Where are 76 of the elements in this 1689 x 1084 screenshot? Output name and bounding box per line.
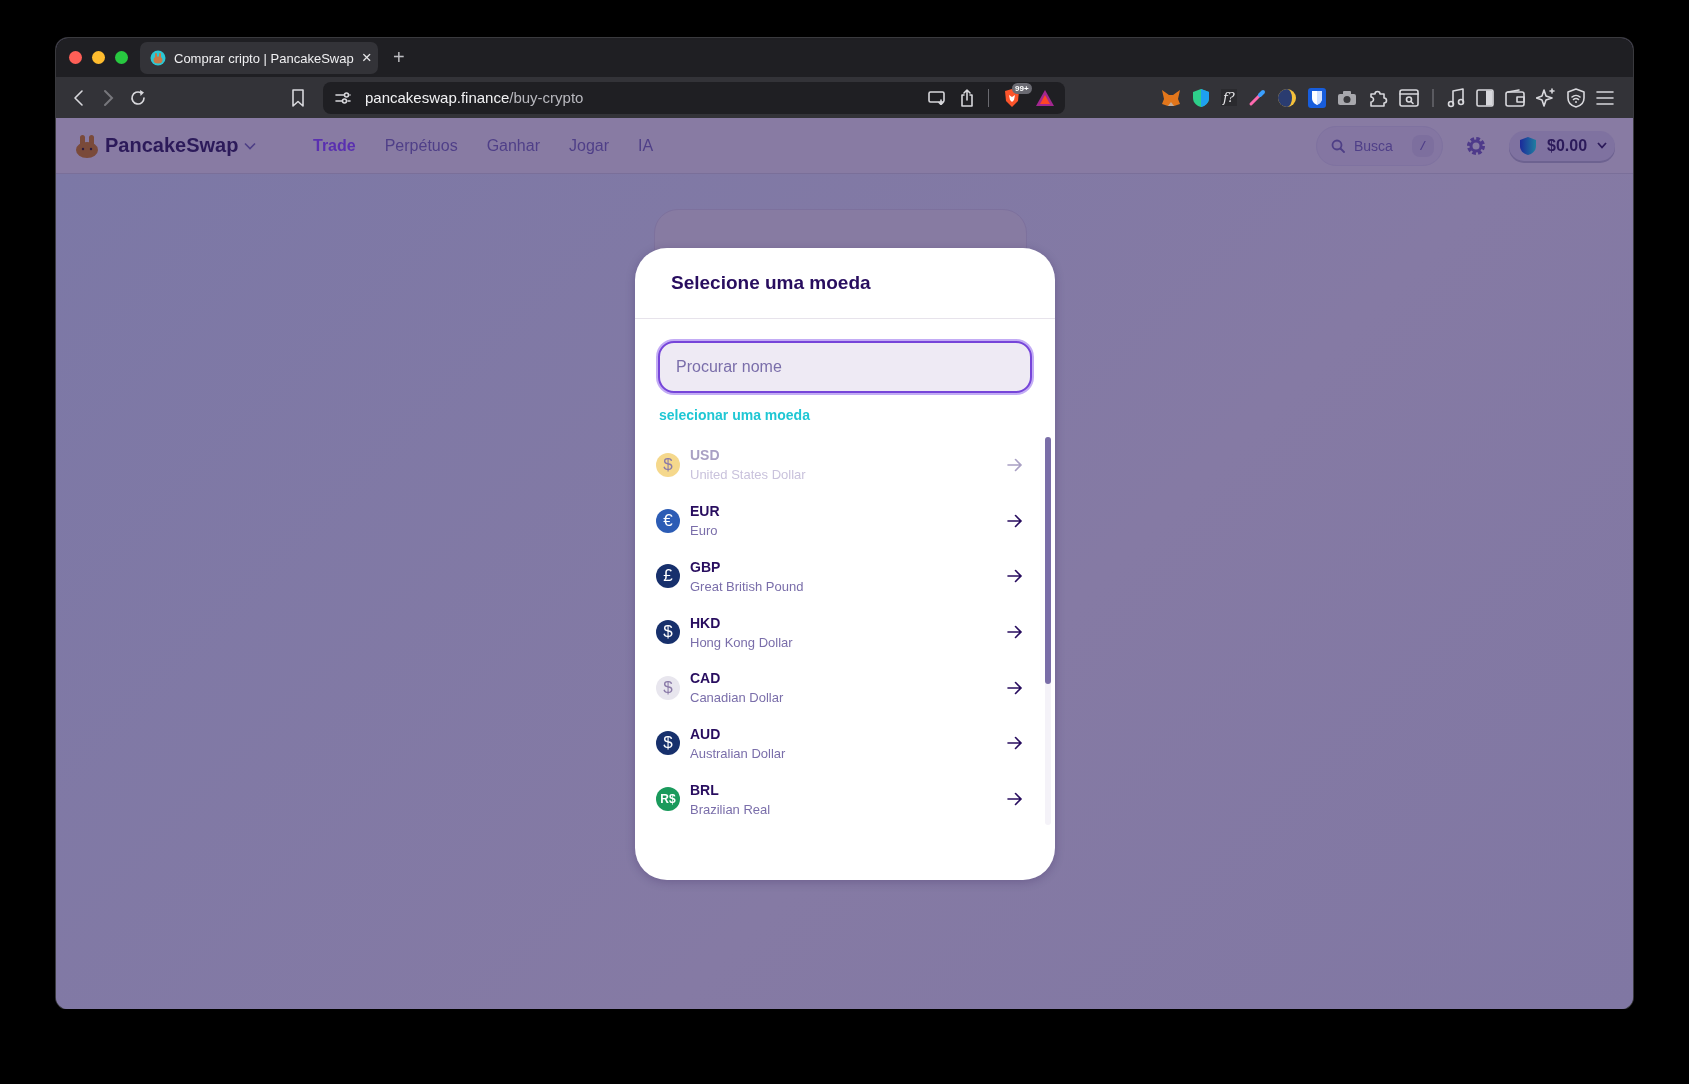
share-icon[interactable] [960,88,974,107]
currency-name: Great British Pound [690,578,805,594]
moon-icon[interactable] [1276,87,1297,108]
currency-row[interactable]: € EUR Euro [656,492,1045,549]
music-icon[interactable] [1446,87,1465,108]
bunny-icon [150,50,166,66]
search-field[interactable]: Procurar nome [658,341,1032,393]
currency-icon: $ [656,731,680,756]
shield-icon [1519,135,1537,156]
currency-code: CAD [690,670,722,687]
address-bar[interactable]: pancakeswap.finance/buy-crypto 99+ [323,81,1065,114]
bunny-logo-icon [75,133,99,158]
close-window-button[interactable] [69,51,82,64]
currency-row[interactable]: $ AUD Australian Dollar [656,715,1045,772]
new-tab-button[interactable]: + [393,46,405,69]
logo-text[interactable]: PancakeSwap [105,134,239,157]
reader-icon[interactable] [1398,88,1419,107]
currency-icon: $ [656,620,680,644]
currency-icon: € [656,508,680,533]
tab-title: Comprar cripto | PancakeSwap [174,50,354,66]
currency-icon: £ [656,564,680,589]
camera-icon[interactable] [1336,89,1357,106]
sparkle-icon[interactable] [1535,87,1556,108]
currency-row[interactable]: R$ BRL Brazilian Real [656,771,1045,828]
currency-code: GBP [690,558,722,575]
currency-icon: $ [656,675,680,700]
arrow-right-icon [1007,513,1023,528]
arrow-right-icon [1007,736,1023,751]
arrow-right-icon [1007,680,1023,695]
fox-icon[interactable] [1161,88,1181,107]
currency-code: BRL [690,781,720,798]
count-badge: 99+ [1012,82,1032,94]
currency-code: USD [690,447,721,464]
eyedropper-icon[interactable] [1247,88,1266,107]
shield-icon[interactable] [1307,87,1326,108]
site-settings-icon[interactable] [335,90,351,105]
scrollbar-thumb[interactable] [1045,437,1051,684]
bookmark-icon[interactable] [291,88,305,107]
arrow-right-icon [1007,792,1023,807]
shield-icon[interactable] [1192,87,1210,108]
search-placeholder: Busca [1354,137,1394,154]
currency-code: EUR [690,503,721,520]
currency-name: Euro [690,523,719,539]
currency-row[interactable]: $ CAD Canadian Dollar [656,659,1045,716]
sidebar-icon[interactable] [1475,88,1494,107]
search-icon [1331,138,1345,153]
currency-name: Hong Kong Dollar [690,634,794,650]
url-text: pancakeswap.finance/buy-crypto [365,89,585,106]
section-label: selecionar uma moeda [659,407,811,423]
triangle-icon[interactable] [1035,88,1055,107]
currency-name: United States Dollar [690,467,807,483]
currency-icon: $ [656,452,680,477]
currency-name: Australian Dollar [690,745,787,761]
chevron-down-icon [1597,142,1608,149]
vpn-shield-icon[interactable] [1566,87,1585,108]
menu-icon[interactable] [1595,89,1614,106]
currency-name: Canadian Dollar [690,690,785,706]
arrow-right-icon [1007,457,1023,472]
browser-tab[interactable]: Comprar cripto | PancakeSwap × [140,42,378,74]
extension-icon[interactable]: f? [1221,89,1237,106]
shortcut-key: / [1412,134,1434,157]
reload-icon[interactable] [129,88,147,107]
arrow-right-icon [1007,569,1023,584]
currency-code: HKD [690,614,722,631]
close-tab-button[interactable]: × [361,48,372,68]
currency-name: Brazilian Real [690,801,772,817]
dialog-title: Selecione uma moeda [671,272,871,294]
wallet-icon[interactable] [1504,88,1525,107]
currency-row[interactable]: $ HKD Hong Kong Dollar [656,604,1045,660]
currency-row[interactable]: £ GBP Great British Pound [656,548,1045,605]
minimize-window-button[interactable] [92,51,105,64]
cast-icon[interactable] [928,90,946,105]
zoom-window-button[interactable] [115,51,128,64]
currency-code: AUD [690,725,722,742]
arrow-right-icon [1007,625,1023,639]
currency-icon: R$ [656,787,680,812]
